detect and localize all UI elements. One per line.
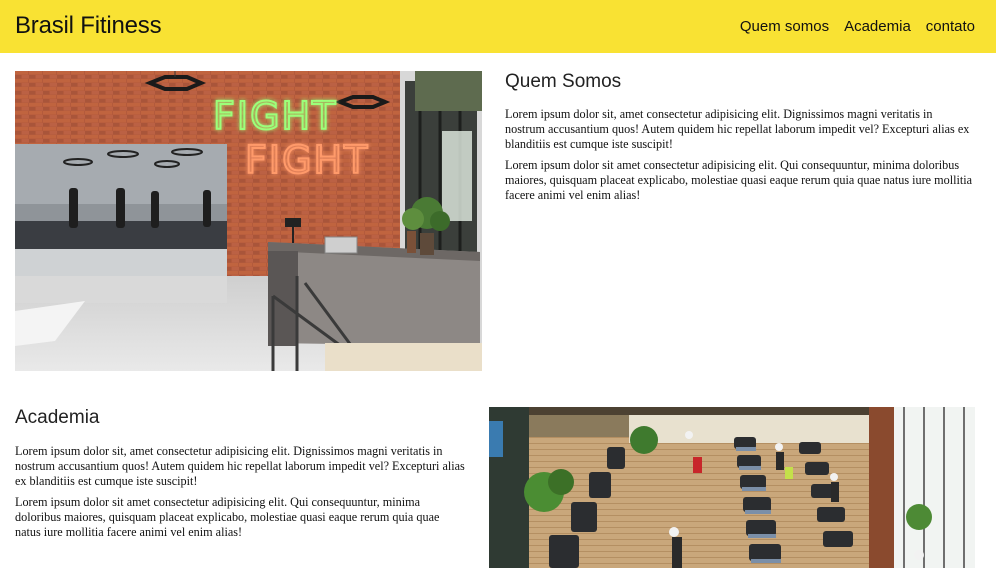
site-header: Brasil Fitiness Quem somos Academia cont… bbox=[0, 0, 996, 53]
section-title-quem-somos: Quem Somos bbox=[505, 71, 622, 92]
nav-link-academia[interactable]: Academia bbox=[844, 18, 911, 35]
neon-sign-orange: FIGHT bbox=[245, 138, 369, 182]
section-title-academia: Academia bbox=[15, 407, 100, 428]
academia-paragraph-2: Lorem ipsum dolor sit amet consectetur a… bbox=[15, 495, 440, 539]
academia-paragraph-1: Lorem ipsum dolor sit, amet consectetur … bbox=[15, 444, 465, 488]
gym-floor-photo bbox=[489, 407, 975, 568]
site-brand[interactable]: Brasil Fitiness bbox=[15, 12, 162, 40]
nav-link-quem-somos[interactable]: Quem somos bbox=[740, 18, 829, 35]
neon-sign-green: FIGHT bbox=[213, 94, 337, 138]
quem-somos-paragraph-2: Lorem ipsum dolor sit amet consectetur a… bbox=[505, 158, 973, 202]
gym-reception-photo: FIGHT FIGHT bbox=[15, 71, 482, 371]
main-nav: Quem somos Academia contato bbox=[740, 18, 975, 35]
nav-link-contato[interactable]: contato bbox=[926, 18, 975, 35]
quem-somos-paragraph-1: Lorem ipsum dolor sit, amet consectetur … bbox=[505, 107, 970, 151]
